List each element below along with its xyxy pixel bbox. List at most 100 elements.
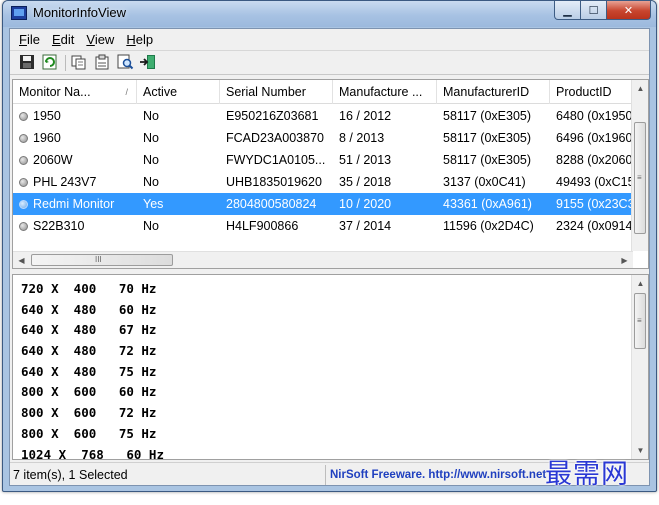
cell-manufacturer-id: 58117 (0xE305) bbox=[443, 109, 532, 123]
cell-product-id: 6480 (0x1950) bbox=[556, 109, 633, 123]
list-horizontal-scrollbar[interactable]: ◀ III ▶ bbox=[13, 251, 633, 268]
nirsoft-link[interactable]: NirSoft Freeware. http://www.nirsoft.net bbox=[326, 469, 546, 481]
monitor-status-icon bbox=[19, 156, 28, 165]
display-mode-line: 640 X 480 75 Hz bbox=[21, 363, 157, 379]
scroll-up-icon[interactable]: ▲ bbox=[632, 80, 648, 97]
toolbar-separator bbox=[65, 54, 66, 71]
scroll-right-icon[interactable]: ▶ bbox=[616, 252, 633, 268]
table-row[interactable]: Redmi Monitor Yes 2804800580824 10 / 2020 43… bbox=[13, 193, 633, 215]
table-row[interactable]: S22B310 No H4LF900866 37 / 2014 11596 (0x2D4… bbox=[13, 215, 633, 237]
table-row[interactable]: PHL 243V7 No UHB1835019620 35 / 2018 3137 (0… bbox=[13, 171, 633, 193]
cell-serial-number: 2804800580824 bbox=[226, 197, 317, 211]
grip-icon: III bbox=[95, 255, 102, 264]
cell-active: No bbox=[143, 109, 159, 123]
menu-file[interactable]: File bbox=[13, 32, 46, 47]
cell-product-id: 8288 (0x2060) bbox=[556, 153, 633, 167]
find-icon bbox=[117, 54, 134, 69]
cell-manufacture-date: 37 / 2014 bbox=[339, 219, 392, 233]
cell-active: Yes bbox=[143, 197, 164, 211]
find-button[interactable] bbox=[116, 54, 136, 72]
cell-serial-number: E950216Z03681 bbox=[226, 109, 319, 123]
cell-manufacture-date: 35 / 2018 bbox=[339, 175, 392, 189]
cell-product-id: 9155 (0x23C3 bbox=[556, 197, 633, 211]
monitor-status-icon bbox=[19, 134, 28, 143]
menu-edit[interactable]: Edit bbox=[46, 32, 80, 47]
cell-monitor-name: 2060W bbox=[13, 149, 137, 171]
cell-manufacture-date: 51 / 2013 bbox=[339, 153, 392, 167]
maximize-icon: ☐ bbox=[588, 4, 599, 17]
refresh-icon bbox=[42, 54, 57, 69]
display-mode-line: 720 X 400 70 Hz bbox=[21, 281, 157, 296]
list-vertical-scrollbar[interactable]: ▲ ≡ bbox=[631, 80, 648, 251]
display-mode-line: 640 X 480 72 Hz bbox=[21, 343, 157, 359]
menu-help[interactable]: Help bbox=[120, 32, 159, 47]
list-hscroll-thumb[interactable] bbox=[31, 254, 173, 266]
close-button[interactable]: ✕ bbox=[607, 1, 651, 20]
column-header-serial-number[interactable]: Serial Number bbox=[220, 80, 333, 104]
column-header-monitor-name[interactable]: Monitor Na... / bbox=[13, 80, 137, 104]
exit-button[interactable] bbox=[139, 54, 159, 72]
cell-manufacturer-id: 43361 (0xA961) bbox=[443, 197, 532, 211]
title-bar[interactable]: MonitorInfoView ▁ ☐ ✕ bbox=[3, 1, 656, 27]
table-row[interactable]: 1960 No FCAD23A003870 8 / 2013 58117 (0xE305… bbox=[13, 127, 633, 149]
cell-product-id: 2324 (0x0914) bbox=[556, 219, 633, 233]
cell-monitor-name: S22B310 bbox=[13, 215, 137, 237]
maximize-button[interactable]: ☐ bbox=[581, 1, 607, 20]
properties-icon bbox=[95, 54, 109, 69]
column-header-manufacture-date[interactable]: Manufacture ... bbox=[333, 80, 437, 104]
cell-manufacturer-id: 3137 (0x0C41) bbox=[443, 175, 526, 189]
properties-button[interactable] bbox=[93, 54, 113, 72]
minimize-icon: ▁ bbox=[563, 4, 572, 17]
cell-monitor-name: PHL 243V7 bbox=[13, 171, 137, 193]
cell-active: No bbox=[143, 219, 159, 233]
sort-indicator-icon: / bbox=[125, 87, 128, 97]
minimize-button[interactable]: ▁ bbox=[554, 1, 581, 20]
column-header-manufacturer-id[interactable]: ManufacturerID bbox=[437, 80, 550, 104]
cell-manufacturer-id: 58117 (0xE305) bbox=[443, 153, 532, 167]
display-mode-line: 640 X 480 67 Hz bbox=[21, 322, 157, 338]
copy-button[interactable] bbox=[70, 54, 90, 72]
list-header: Monitor Na... / Active Serial Number Manu… bbox=[13, 80, 633, 104]
scroll-left-icon[interactable]: ◀ bbox=[13, 252, 30, 268]
scroll-up-icon[interactable]: ▲ bbox=[632, 275, 648, 292]
monitor-list[interactable]: Monitor Na... / Active Serial Number Manu… bbox=[12, 79, 649, 269]
list-body: 1950 No E950216Z03681 16 / 2012 58117 (0xE30… bbox=[13, 105, 633, 237]
column-header-active[interactable]: Active bbox=[137, 80, 220, 104]
display-mode-line: 800 X 600 72 Hz bbox=[21, 405, 157, 421]
table-row[interactable]: 1950 No E950216Z03681 16 / 2012 58117 (0xE30… bbox=[13, 105, 633, 127]
cell-active: No bbox=[143, 175, 159, 189]
column-header-product-id[interactable]: ProductID bbox=[550, 80, 633, 104]
cell-serial-number: UHB1835019620 bbox=[226, 175, 322, 189]
cell-monitor-name: Redmi Monitor bbox=[13, 193, 137, 215]
grip-icon: ≡ bbox=[637, 316, 642, 325]
cell-manufacture-date: 10 / 2020 bbox=[339, 197, 392, 211]
caption-buttons: ▁ ☐ ✕ bbox=[554, 1, 651, 21]
grip-icon: ≡ bbox=[637, 173, 642, 182]
cell-serial-number: FWYDC1A0105... bbox=[226, 153, 326, 167]
close-icon: ✕ bbox=[623, 4, 634, 17]
cell-manufacture-date: 8 / 2013 bbox=[339, 131, 385, 145]
watermark-text: 最需网 bbox=[545, 459, 629, 490]
monitor-app-icon bbox=[11, 6, 27, 20]
table-row[interactable]: 2060W No FWYDC1A0105... 51 / 2013 58117 (0xE… bbox=[13, 149, 633, 171]
toolbar bbox=[10, 50, 649, 75]
display-modes-list: 720 X 400 70 Hz 640 X 480 60 Hz 640 X 480 … bbox=[21, 279, 164, 459]
cell-product-id: 6496 (0x1960) bbox=[556, 131, 633, 145]
cell-serial-number: H4LF900866 bbox=[226, 219, 299, 233]
menu-bar: File Edit View Help bbox=[10, 29, 649, 49]
display-modes-pane: 720 X 400 70 Hz 640 X 480 60 Hz 640 X 480 … bbox=[12, 274, 649, 460]
app-window: MonitorInfoView ▁ ☐ ✕ File Edit View Hel… bbox=[2, 0, 657, 492]
display-mode-line: 640 X 480 60 Hz bbox=[21, 301, 157, 317]
menu-view[interactable]: View bbox=[80, 32, 120, 47]
monitor-status-icon bbox=[19, 222, 28, 231]
save-button[interactable] bbox=[18, 54, 38, 72]
cell-manufacturer-id: 58117 (0xE305) bbox=[443, 131, 532, 145]
cell-active: No bbox=[143, 131, 159, 145]
modes-vertical-scrollbar[interactable]: ▲ ≡ ▼ bbox=[631, 275, 648, 459]
refresh-button[interactable] bbox=[41, 54, 61, 72]
client-area: File Edit View Help Monitor Na... / Acti… bbox=[9, 28, 650, 486]
monitor-status-icon bbox=[19, 178, 28, 187]
copy-icon bbox=[71, 55, 86, 69]
scroll-down-icon[interactable]: ▼ bbox=[632, 442, 648, 459]
window-title: MonitorInfoView bbox=[33, 5, 126, 20]
